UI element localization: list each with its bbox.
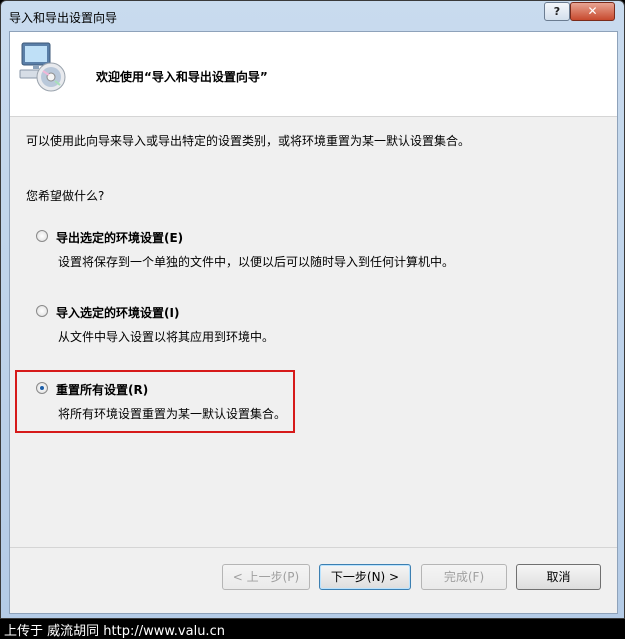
finish-button[interactable]: 完成(F) bbox=[421, 564, 507, 590]
option-import-label[interactable]: 导入选定的环境设置(I) bbox=[56, 304, 179, 321]
intro-text: 可以使用此向导来导入或导出特定的设置类别，或将环境重置为某一默认设置集合。 bbox=[26, 134, 471, 148]
wizard-window: 导入和导出设置向导 ? ✕ 欢迎使用“导入和导出设置向导” 可以使用此向导来导入… bbox=[0, 0, 625, 619]
option-import-description: 从文件中导入设置以将其应用到环境中。 bbox=[58, 330, 275, 344]
cancel-button[interactable]: 取消 bbox=[516, 564, 601, 590]
radio-export[interactable] bbox=[36, 230, 48, 242]
radio-import[interactable] bbox=[36, 305, 48, 317]
footer-divider bbox=[10, 547, 617, 548]
option-export-description: 设置将保存到一个单独的文件中，以便以后可以随时导入到任何计算机中。 bbox=[58, 255, 455, 269]
upload-caption: 上传于 威流胡同 http://www.valu.cn bbox=[4, 624, 225, 639]
wizard-client-area: 欢迎使用“导入和导出设置向导” 可以使用此向导来导入或导出特定的设置类别，或将环… bbox=[9, 31, 618, 614]
title-bar[interactable]: 导入和导出设置向导 ? ✕ bbox=[1, 1, 624, 31]
next-button[interactable]: 下一步(N) > bbox=[319, 564, 411, 590]
radio-reset[interactable] bbox=[36, 382, 48, 394]
option-reset-label[interactable]: 重置所有设置(R) bbox=[56, 381, 148, 398]
prev-button[interactable]: < 上一步(P) bbox=[222, 564, 310, 590]
window-title: 导入和导出设置向导 bbox=[9, 11, 118, 25]
header-title: 欢迎使用“导入和导出设置向导” bbox=[96, 70, 268, 84]
option-export-label[interactable]: 导出选定的环境设置(E) bbox=[56, 229, 183, 246]
highlight-box bbox=[15, 370, 295, 433]
help-button[interactable]: ? bbox=[544, 2, 570, 21]
wizard-header: 欢迎使用“导入和导出设置向导” bbox=[10, 32, 617, 117]
question-text: 您希望做什么? bbox=[26, 189, 105, 203]
close-button[interactable]: ✕ bbox=[570, 2, 615, 21]
computer-disc-icon bbox=[19, 42, 66, 92]
option-reset-description: 将所有环境设置重置为某一默认设置集合。 bbox=[58, 407, 287, 421]
